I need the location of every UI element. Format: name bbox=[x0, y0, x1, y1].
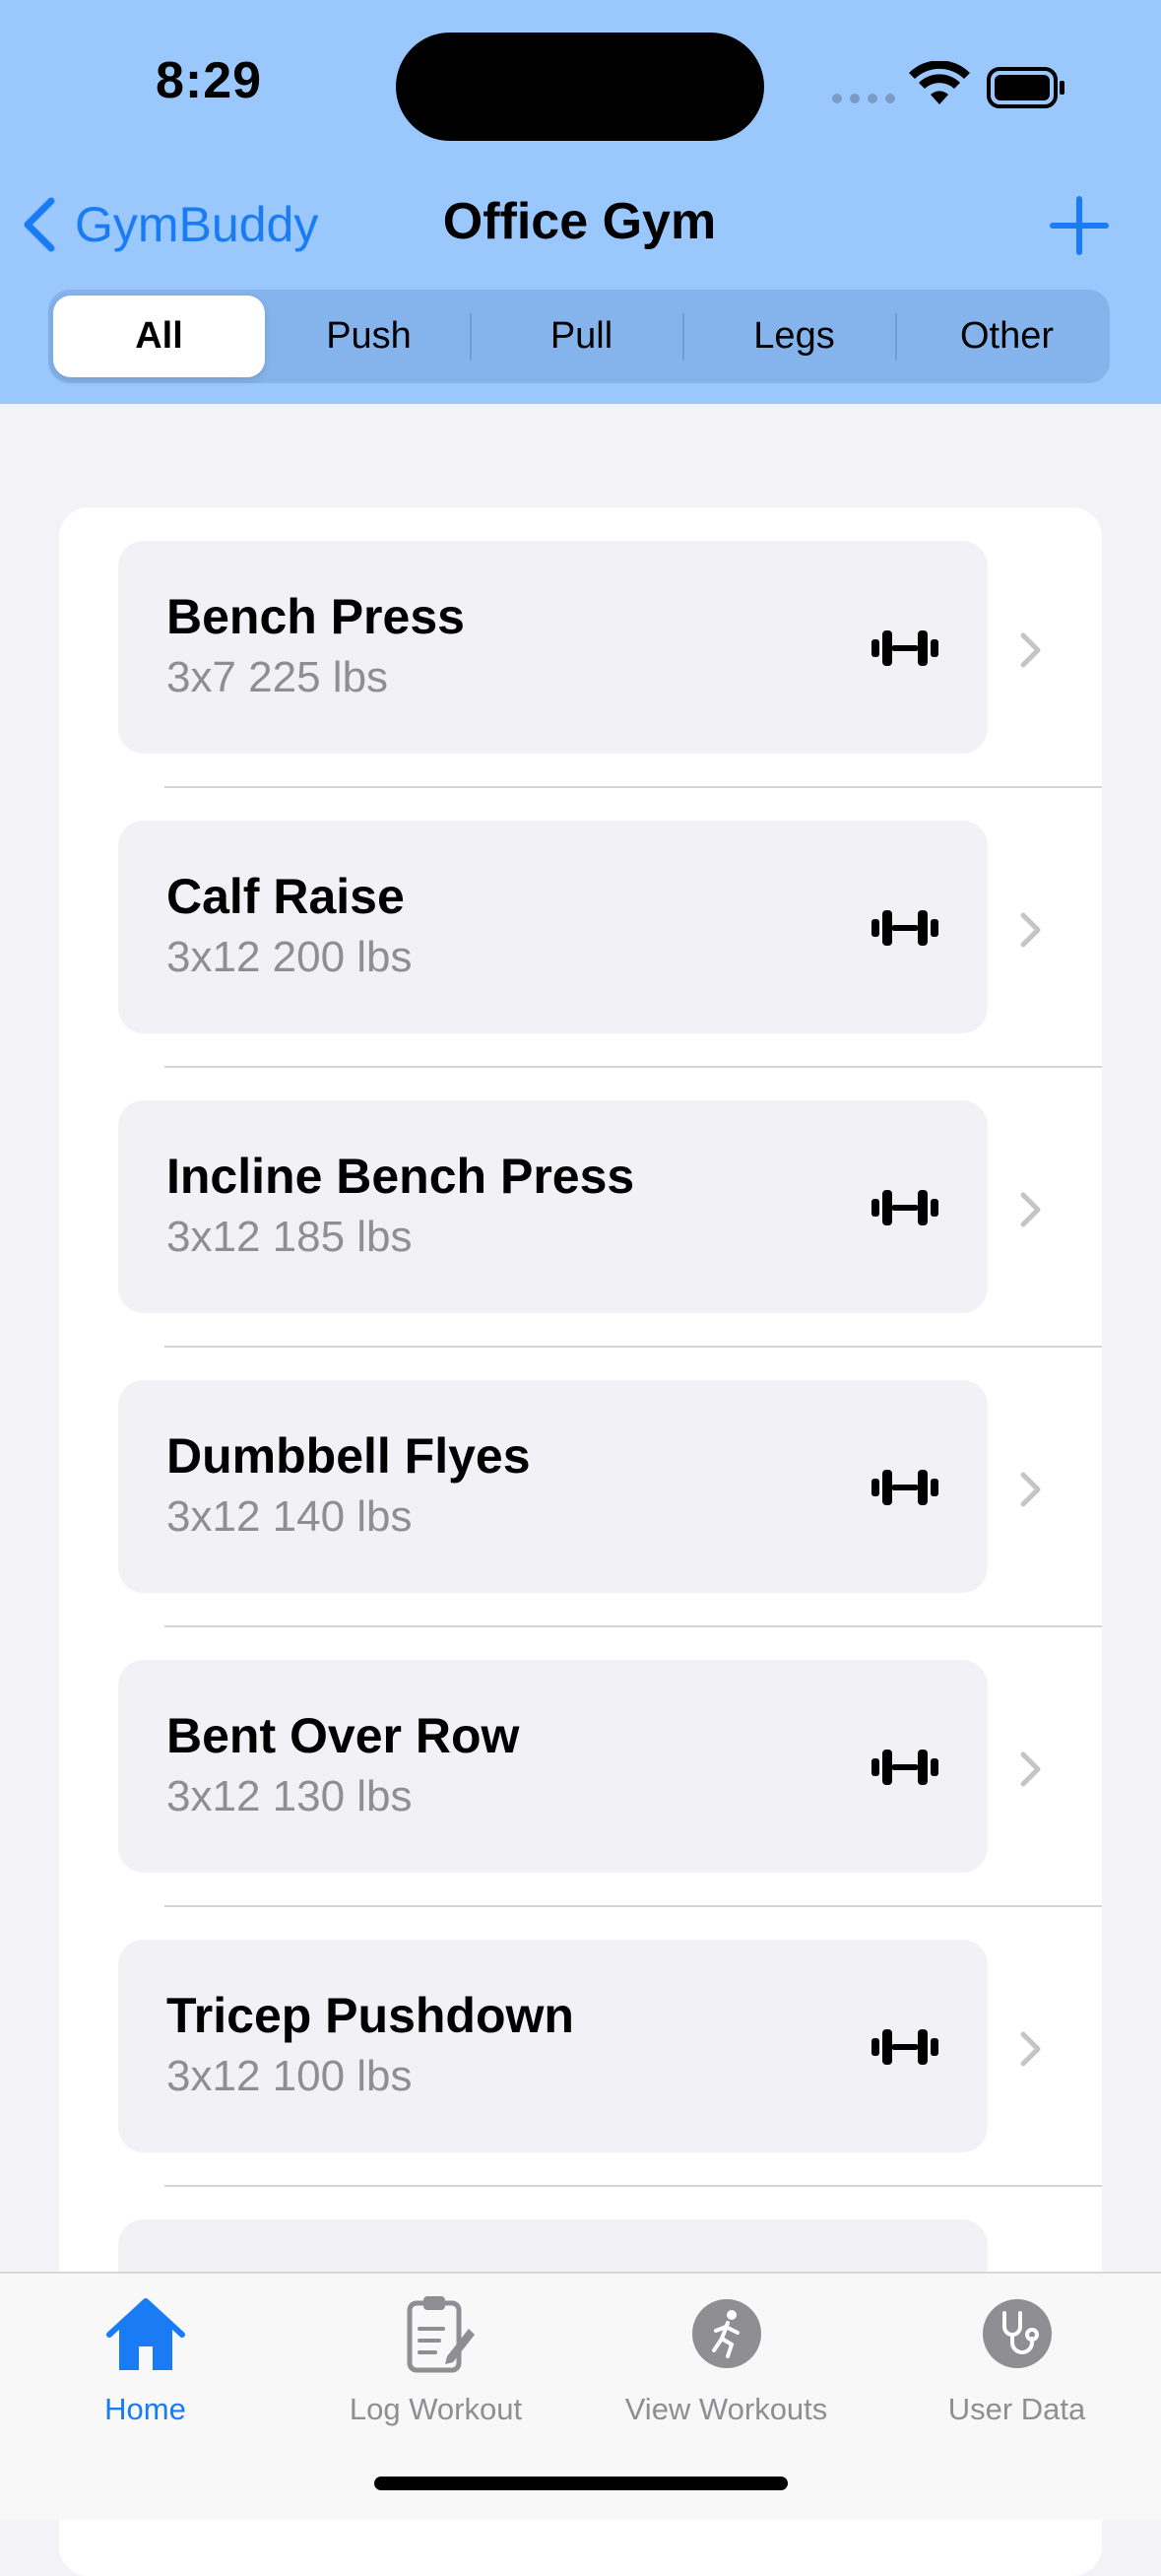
segment-pull[interactable]: Pull bbox=[476, 290, 687, 383]
exercise-tile[interactable]: Tricep Pushdown 3x12 100 lbs bbox=[118, 1940, 988, 2152]
exercise-detail: 3x12 185 lbs bbox=[166, 1213, 413, 1261]
list-item[interactable]: Bent Over Row 3x12 130 lbs bbox=[59, 1626, 1102, 1907]
exercise-detail: 3x12 140 lbs bbox=[166, 1492, 413, 1541]
chevron-right-icon bbox=[1020, 2031, 1041, 2067]
segment-divider bbox=[682, 313, 684, 361]
exercise-name: Dumbbell Flyes bbox=[166, 1428, 531, 1484]
exercise-detail: 3x7 225 lbs bbox=[166, 653, 389, 701]
list-item[interactable]: Bench Press 3x7 225 lbs bbox=[59, 507, 1102, 788]
stethoscope-icon bbox=[982, 2299, 1052, 2368]
tab-bar: Home Log Workout View Workouts User Data bbox=[0, 2272, 1161, 2520]
home-indicator bbox=[374, 2477, 788, 2490]
tab-view-workouts[interactable]: View Workouts bbox=[581, 2274, 871, 2431]
list-item[interactable]: Dumbbell Flyes 3x12 140 lbs bbox=[59, 1347, 1102, 1627]
page-title: Office Gym bbox=[442, 193, 717, 250]
segment-divider bbox=[470, 313, 472, 361]
segment-all[interactable]: All bbox=[53, 296, 265, 377]
dumbbell-icon bbox=[871, 910, 938, 946]
exercise-tile[interactable]: Bench Press 3x7 225 lbs bbox=[118, 541, 988, 754]
list-item[interactable]: Incline Bench Press 3x12 185 lbs bbox=[59, 1067, 1102, 1348]
header: 8:29 GymBuddy Office Gym All Push Pull L… bbox=[0, 0, 1161, 404]
exercise-tile[interactable]: Incline Bench Press 3x12 185 lbs bbox=[118, 1100, 988, 1313]
running-figure-icon bbox=[691, 2299, 761, 2368]
wifi-icon bbox=[909, 61, 970, 104]
segment-divider bbox=[895, 313, 897, 361]
house-icon bbox=[105, 2298, 185, 2370]
dumbbell-icon bbox=[871, 1470, 938, 1505]
exercise-name: Tricep Pushdown bbox=[166, 1988, 574, 2043]
exercise-tile[interactable]: Calf Raise 3x12 200 lbs bbox=[118, 821, 988, 1033]
add-icon[interactable] bbox=[1049, 195, 1110, 256]
segment-push[interactable]: Push bbox=[263, 290, 475, 383]
tab-home[interactable]: Home bbox=[0, 2274, 290, 2431]
chevron-right-icon bbox=[1020, 1192, 1041, 1227]
chevron-right-icon bbox=[1020, 632, 1041, 668]
tab-label: View Workouts bbox=[624, 2392, 828, 2426]
dumbbell-icon bbox=[871, 630, 938, 666]
cellular-dots-icon bbox=[832, 94, 895, 103]
segment-other[interactable]: Other bbox=[901, 290, 1113, 383]
list-item[interactable]: Calf Raise 3x12 200 lbs bbox=[59, 787, 1102, 1068]
exercise-name: Incline Bench Press bbox=[166, 1149, 635, 1204]
chevron-right-icon bbox=[1020, 1472, 1041, 1507]
chevron-right-icon bbox=[1020, 1751, 1041, 1787]
segment-legs[interactable]: Legs bbox=[688, 290, 900, 383]
tab-label: User Data bbox=[947, 2392, 1086, 2426]
tab-label: Log Workout bbox=[349, 2392, 523, 2426]
dynamic-island bbox=[396, 33, 764, 141]
exercise-tile[interactable]: Bent Over Row 3x12 130 lbs bbox=[118, 1660, 988, 1873]
dumbbell-icon bbox=[871, 1190, 938, 1225]
tab-label: Home bbox=[104, 2392, 186, 2426]
tab-user-data[interactable]: User Data bbox=[871, 2274, 1161, 2431]
exercise-name: Bent Over Row bbox=[166, 1708, 520, 1763]
chevron-right-icon bbox=[1020, 912, 1041, 948]
category-segmented-control: All Push Pull Legs Other bbox=[48, 290, 1110, 383]
clipboard-icon bbox=[407, 2296, 475, 2373]
exercise-name: Bench Press bbox=[166, 589, 465, 644]
exercise-detail: 3x12 200 lbs bbox=[166, 933, 413, 981]
dumbbell-icon bbox=[871, 1750, 938, 1785]
exercise-name: Calf Raise bbox=[166, 869, 405, 924]
exercise-detail: 3x12 100 lbs bbox=[166, 2052, 413, 2100]
exercise-detail: 3x12 130 lbs bbox=[166, 1772, 413, 1820]
dumbbell-icon bbox=[871, 2029, 938, 2065]
exercise-tile[interactable]: Dumbbell Flyes 3x12 140 lbs bbox=[118, 1380, 988, 1593]
battery-icon bbox=[987, 67, 1064, 108]
tab-log-workout[interactable]: Log Workout bbox=[290, 2274, 581, 2431]
status-time: 8:29 bbox=[156, 52, 263, 109]
status-icons bbox=[832, 61, 1064, 108]
list-item[interactable]: Tricep Pushdown 3x12 100 lbs bbox=[59, 1906, 1102, 2187]
